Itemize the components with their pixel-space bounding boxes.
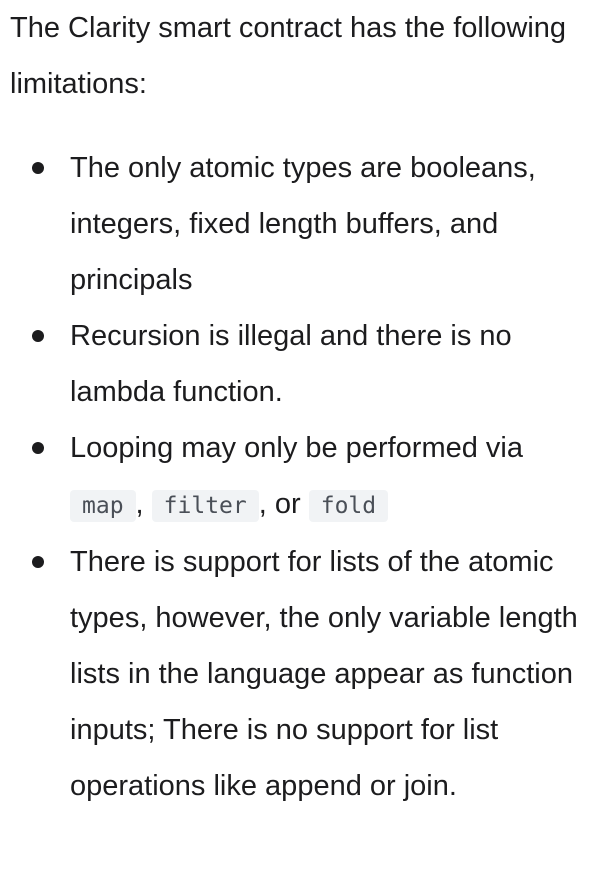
document-body: The Clarity smart contract has the follo… [10, 0, 585, 814]
code-map: map [70, 490, 136, 522]
list-item: Recursion is illegal and there is no lam… [10, 308, 585, 420]
list-item: There is support for lists of the atomic… [10, 534, 585, 814]
list-item: Looping may only be performed via map, f… [10, 420, 585, 534]
limitations-list: The only atomic types are booleans, inte… [10, 140, 585, 814]
list-item-text: Recursion is illegal and there is no lam… [70, 320, 512, 408]
list-item-text: Looping may only be performed via [70, 432, 523, 464]
bullet-icon [32, 442, 44, 454]
list-item-text: There is support for lists of the atomic… [70, 546, 578, 802]
code-filter: filter [151, 490, 259, 522]
bullet-icon [32, 162, 44, 174]
list-item: The only atomic types are booleans, inte… [10, 140, 585, 308]
bullet-icon [32, 330, 44, 342]
code-fold: fold [308, 490, 389, 522]
separator-text: , [135, 488, 144, 520]
bullet-icon [32, 556, 44, 568]
intro-paragraph: The Clarity smart contract has the follo… [10, 12, 567, 100]
separator-text: , or [258, 488, 301, 520]
list-item-text: The only atomic types are booleans, inte… [70, 152, 536, 296]
